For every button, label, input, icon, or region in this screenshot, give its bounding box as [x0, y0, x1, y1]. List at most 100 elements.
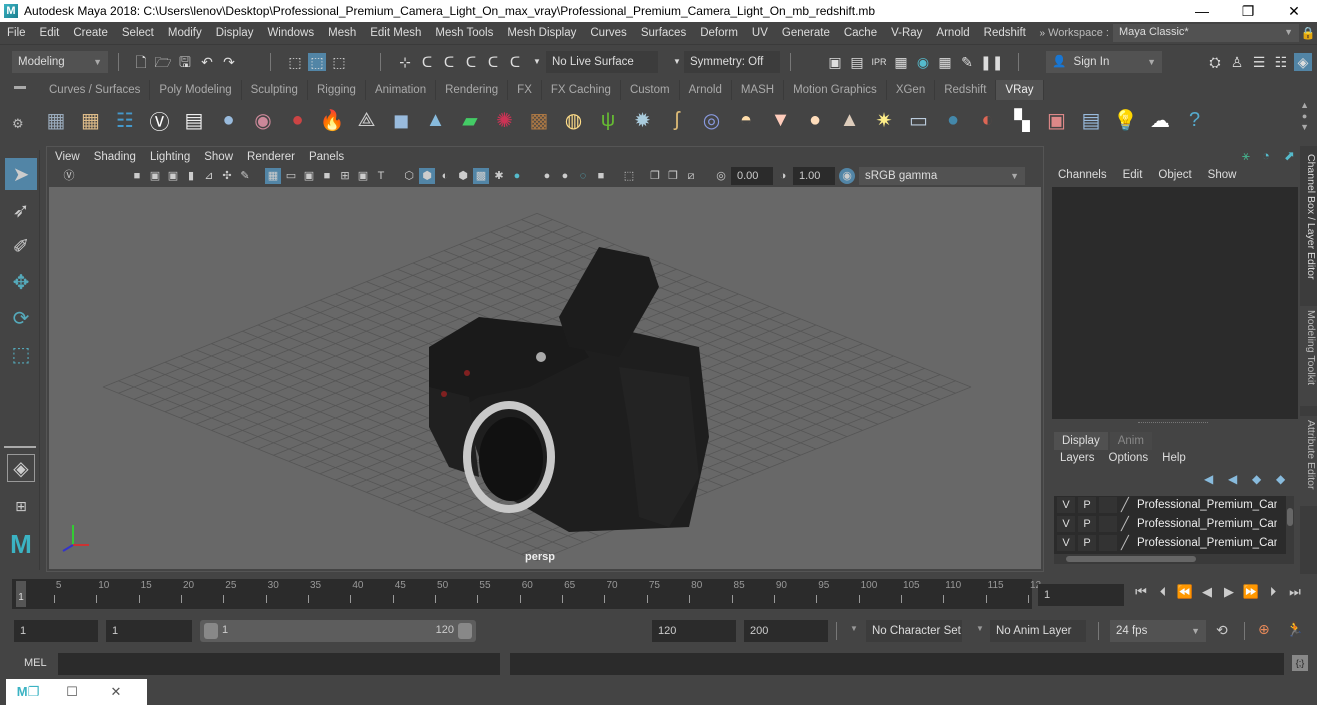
- 2d-pan-zoom-icon[interactable]: ✣: [219, 168, 235, 184]
- channel-box-icon[interactable]: ◈: [1294, 53, 1312, 71]
- motion-blur-icon[interactable]: ●: [557, 168, 573, 184]
- layer-menu-layers[interactable]: Layers: [1060, 452, 1095, 464]
- render-view-icon[interactable]: ▣: [826, 53, 844, 71]
- vray-spot-light-icon[interactable]: ▼: [765, 104, 797, 136]
- viewport-menu-lighting[interactable]: Lighting: [150, 151, 190, 163]
- shadows-icon[interactable]: ●: [509, 168, 525, 184]
- image-plane-icon[interactable]: ⊿: [201, 168, 217, 184]
- cb-menu-channels[interactable]: Channels: [1058, 169, 1107, 181]
- select-by-hierarchy-icon[interactable]: ⬚: [286, 53, 304, 71]
- snap-surface-icon[interactable]: ᑕ: [506, 53, 524, 71]
- shelf-scroll-icon[interactable]: ▲ ● ▼: [1300, 100, 1309, 133]
- shelf-tab-animation[interactable]: Animation: [365, 80, 437, 100]
- vray-sphere-light-icon[interactable]: ●: [213, 104, 245, 136]
- vray-texture-icon[interactable]: ▩: [523, 104, 555, 136]
- select-camera-icon[interactable]: ■: [129, 168, 145, 184]
- resolution-gate-icon[interactable]: ▣: [301, 168, 317, 184]
- menu-select[interactable]: Select: [115, 22, 161, 44]
- new-scene-icon[interactable]: 🗋: [132, 53, 150, 71]
- auto-key-icon[interactable]: ⊕: [1258, 621, 1270, 638]
- layer-display-type-toggle[interactable]: [1099, 497, 1117, 513]
- script-language-label[interactable]: MEL: [24, 657, 47, 669]
- menu-uv[interactable]: UV: [745, 22, 775, 44]
- character-set-dropdown[interactable]: No Character Set: [866, 620, 962, 642]
- vray-frame-buffer-icon[interactable]: ▣: [1041, 104, 1073, 136]
- time-slider-bar[interactable]: 1 5 10 15 20 25 30 35 40 45 50 55 60 65 70 75 80 85 90 95 1…: [12, 579, 1041, 609]
- layer-menu-help[interactable]: Help: [1162, 452, 1186, 464]
- viewport-menu-shading[interactable]: Shading: [94, 151, 136, 163]
- manipulator-icon[interactable]: ⚹: [1242, 148, 1250, 164]
- loop-icon[interactable]: ⟲: [1216, 622, 1228, 639]
- snap-curve-icon[interactable]: ᑕ: [418, 53, 436, 71]
- layer-menu-options[interactable]: Options: [1109, 452, 1149, 464]
- select-tool-icon[interactable]: ➤: [5, 158, 37, 190]
- gamma-icon[interactable]: ◑: [775, 168, 791, 184]
- make-live-icon[interactable]: ᑕ: [484, 53, 502, 71]
- menu-file[interactable]: File: [0, 22, 33, 44]
- tab-attribute-editor[interactable]: Attribute Editor: [1300, 416, 1317, 506]
- close-icon[interactable]: ✕: [94, 684, 138, 700]
- vray-sun-icon[interactable]: ✷: [868, 104, 900, 136]
- save-scene-icon[interactable]: 🖫: [176, 53, 194, 71]
- vray-help-icon[interactable]: ?: [1179, 104, 1211, 136]
- layer-playback-toggle[interactable]: P: [1078, 516, 1096, 532]
- current-frame-indicator[interactable]: 1: [16, 581, 26, 607]
- tab-channel-box-layer-editor[interactable]: Channel Box / Layer Editor: [1300, 150, 1317, 290]
- camera-attributes-icon[interactable]: ▣: [165, 168, 181, 184]
- splitter-handle[interactable]: [1138, 422, 1208, 423]
- workspace-dropdown[interactable]: Maya Classic* ▼: [1113, 24, 1299, 42]
- grid-toggle-icon[interactable]: ▦: [265, 168, 281, 184]
- layer-display-type-toggle[interactable]: [1099, 535, 1117, 551]
- viewport-menu-view[interactable]: View: [55, 151, 80, 163]
- vray-dome-icon[interactable]: ◍: [558, 104, 590, 136]
- modeling-toolkit-icon[interactable]: ⛭: [1206, 53, 1224, 71]
- render-settings-icon[interactable]: ▦: [892, 53, 910, 71]
- shelf-tab-rendering[interactable]: Rendering: [436, 80, 509, 100]
- play-backwards-icon[interactable]: ◀: [1196, 584, 1218, 600]
- vray-fire-icon[interactable]: 🔥: [316, 104, 348, 136]
- shelf-settings-gear-icon[interactable]: ⚙: [12, 116, 24, 132]
- layer-playback-toggle[interactable]: P: [1078, 535, 1096, 551]
- shelf-tab-rigging[interactable]: Rigging: [307, 80, 366, 100]
- menu-mesh[interactable]: Mesh: [321, 22, 363, 44]
- live-surface-field[interactable]: No Live Surface: [546, 51, 658, 73]
- cb-menu-object[interactable]: Object: [1158, 169, 1191, 181]
- menu-vray[interactable]: V-Ray: [884, 22, 929, 44]
- vray-camera-icon[interactable]: ◉: [247, 104, 279, 136]
- vray-omni-light-icon[interactable]: ●: [799, 104, 831, 136]
- human-ik-icon[interactable]: ♙: [1228, 53, 1246, 71]
- vray-light-lister-icon[interactable]: 💡: [1110, 104, 1142, 136]
- vray-ies-light-icon[interactable]: ▲: [834, 104, 866, 136]
- menu-surfaces[interactable]: Surfaces: [634, 22, 693, 44]
- go-to-start-icon[interactable]: ⏮: [1130, 584, 1152, 600]
- scale-tool-icon[interactable]: ⬚: [5, 338, 37, 370]
- isolate-select-icon[interactable]: ⬚: [621, 168, 637, 184]
- viewport-menu-panels[interactable]: Panels: [309, 151, 344, 163]
- chevron-down-icon[interactable]: ▼: [976, 624, 984, 633]
- vray-material-icon[interactable]: ●: [282, 104, 314, 136]
- new-empty-layer-icon[interactable]: ◆: [1252, 472, 1276, 486]
- textured-icon[interactable]: ▩: [473, 168, 489, 184]
- menu-redshift[interactable]: Redshift: [977, 22, 1033, 44]
- tab-anim[interactable]: Anim: [1109, 432, 1152, 450]
- menu-arnold[interactable]: Arnold: [929, 22, 976, 44]
- color-management-icon[interactable]: ◉: [839, 168, 855, 184]
- film-gate-icon[interactable]: ▭: [283, 168, 299, 184]
- scrollbar-thumb[interactable]: [1066, 556, 1196, 562]
- command-input[interactable]: [58, 653, 500, 675]
- paint-select-tool-icon[interactable]: ✐: [5, 230, 37, 262]
- animation-preferences-icon[interactable]: 🏃: [1286, 621, 1303, 638]
- lasso-tool-icon[interactable]: ➶: [5, 194, 37, 226]
- layer-color-icon[interactable]: ╱: [1121, 535, 1137, 551]
- menu-overflow-icon[interactable]: »: [1040, 28, 1046, 39]
- vray-grass-icon[interactable]: ψ: [592, 104, 624, 136]
- tab-display[interactable]: Display: [1054, 432, 1108, 450]
- move-layer-up-icon[interactable]: ◀: [1204, 472, 1228, 486]
- layer-row[interactable]: V P ╱ Professional_Premium_Came: [1054, 534, 1286, 552]
- menu-mesh-display[interactable]: Mesh Display: [500, 22, 583, 44]
- ambient-occlusion-icon[interactable]: ●: [539, 168, 555, 184]
- step-back-frame-icon[interactable]: ⏴: [1152, 584, 1174, 600]
- undo-icon[interactable]: ↶: [198, 53, 216, 71]
- single-perspective-layout-icon[interactable]: ◈: [7, 454, 35, 482]
- layer-row[interactable]: V P ╱ Professional_Premium_Came: [1054, 515, 1286, 533]
